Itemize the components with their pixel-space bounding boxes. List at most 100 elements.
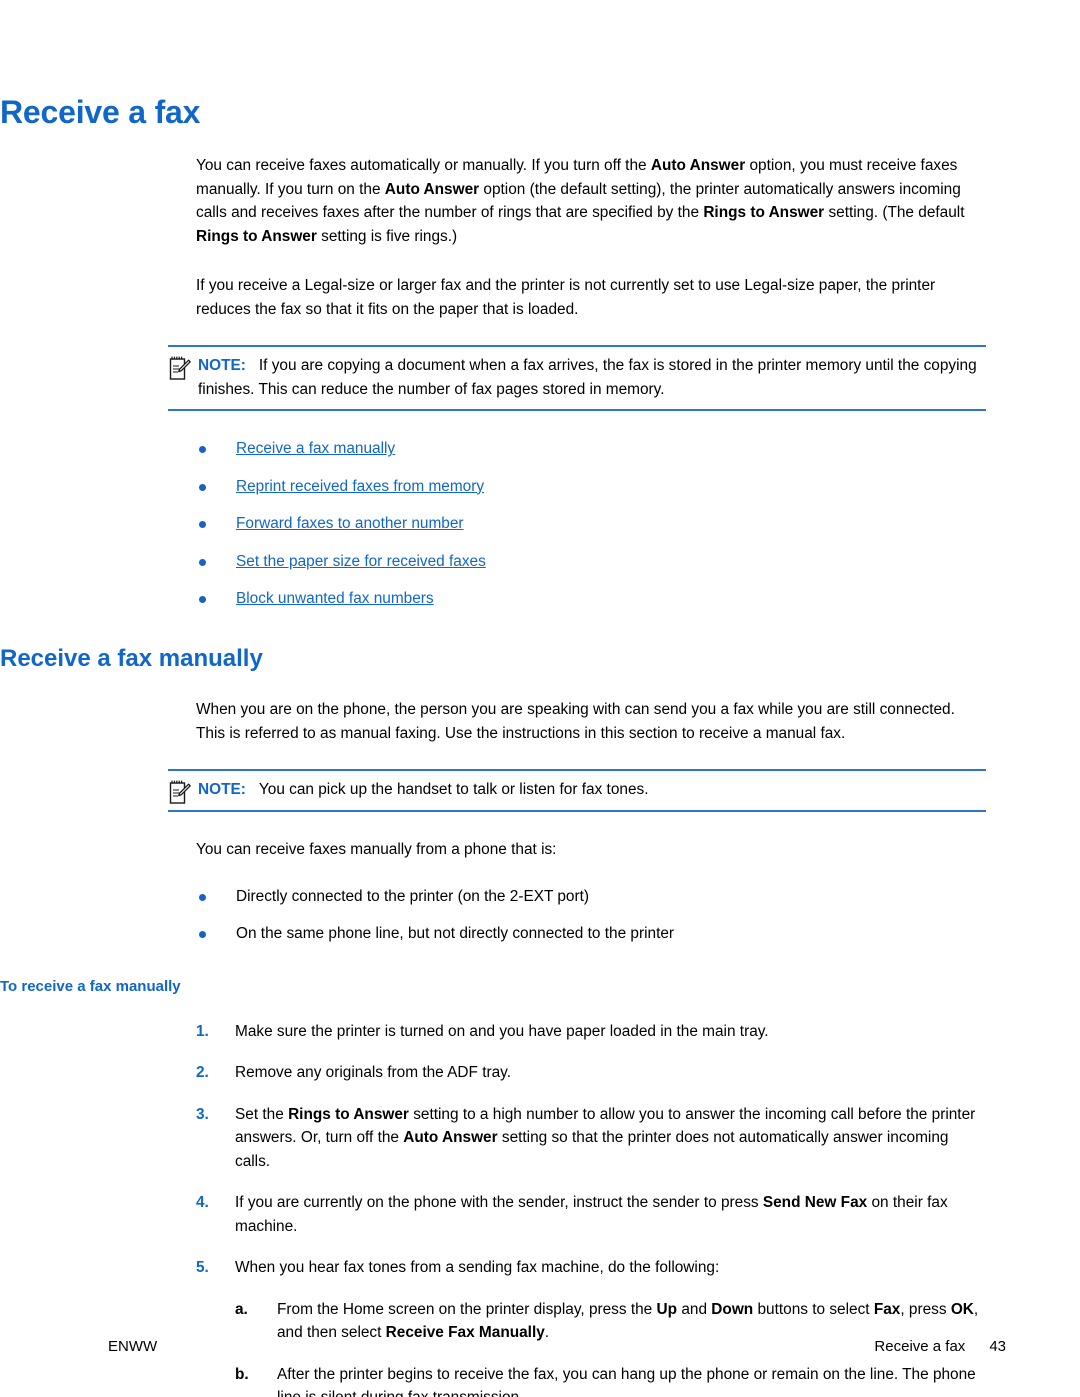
intro-text-e: setting. (The default — [824, 204, 965, 222]
phone-condition-1: Directly connected to the printer (on th… — [236, 888, 590, 906]
note-1-body: If you are copying a document when a fax… — [198, 357, 977, 398]
list-item[interactable]: Receive a fax manually — [196, 437, 1080, 461]
substep-a-text-d: , press — [900, 1300, 951, 1318]
list-item[interactable]: Block unwanted fax numbers — [196, 587, 1080, 611]
step-4-number: 4. — [196, 1194, 209, 1212]
bullet-icon — [199, 558, 206, 566]
manual-lead-in-wrap: You can receive faxes manually from a ph… — [196, 838, 986, 862]
rings-to-answer-term-2: Rings to Answer — [196, 227, 317, 245]
footer-locale: ENWW — [108, 1338, 158, 1355]
manual-paragraph: When you are on the phone, the person yo… — [196, 701, 955, 742]
list-item: On the same phone line, but not directly… — [196, 922, 1080, 946]
step-5-number: 5. — [196, 1259, 209, 1277]
substep-a-text-b: and — [677, 1300, 712, 1318]
procedure-heading: To receive a fax manually — [0, 978, 181, 996]
substep-b-text: After the printer begins to receive the … — [277, 1365, 976, 1397]
step-3-text-a: Set the — [235, 1105, 289, 1123]
link-block-unwanted-fax-numbers[interactable]: Block unwanted fax numbers — [236, 590, 434, 607]
intro-text-f: setting is five rings.) — [316, 227, 458, 245]
bullet-icon — [199, 521, 206, 529]
link-receive-a-fax-manually[interactable]: Receive a fax manually — [236, 440, 395, 457]
up-button-term: Up — [656, 1300, 678, 1318]
note-1-text: If you are copying a document when a fax… — [198, 357, 977, 398]
related-links-list: Receive a fax manually Reprint received … — [196, 437, 1080, 611]
step-3: 3. Set the Rings to Answer setting to a h… — [196, 1103, 986, 1174]
bullet-icon — [199, 446, 206, 454]
intro-paragraph-1-wrap: You can receive faxes automatically or m… — [196, 154, 986, 248]
phone-conditions-list-wrap: Directly connected to the printer (on th… — [196, 885, 1080, 945]
ok-button-term: OK — [950, 1300, 974, 1318]
intro-paragraph-2: If you receive a Legal-size or larger fa… — [196, 277, 936, 318]
substep-a-letter: a. — [235, 1300, 248, 1318]
intro-paragraph-2-wrap: If you receive a Legal-size or larger fa… — [196, 274, 986, 321]
manual-lead-in: You can receive faxes manually from a ph… — [196, 840, 557, 858]
phone-condition-2: On the same phone line, but not directly… — [236, 924, 675, 942]
manual-paragraph-wrap: When you are on the phone, the person yo… — [196, 698, 986, 745]
note-1-inner: NOTE: If you are copying a document when… — [168, 354, 986, 401]
auto-answer-term-3: Auto Answer — [403, 1129, 498, 1147]
list-item[interactable]: Set the paper size for received faxes — [196, 550, 1080, 574]
list-item[interactable]: Reprint received faxes from memory — [196, 475, 1080, 499]
phone-conditions-list: Directly connected to the printer (on th… — [196, 885, 1080, 945]
note-1-label: NOTE: — [198, 357, 246, 375]
step-2-number: 2. — [196, 1064, 209, 1082]
note-pad-pencil-icon — [168, 779, 192, 805]
rings-to-answer-term-3: Rings to Answer — [288, 1105, 409, 1123]
auto-answer-term-1: Auto Answer — [650, 157, 746, 175]
step-1-text: Make sure the printer is turned on and y… — [235, 1022, 769, 1040]
footer-section-title: Receive a fax — [874, 1338, 966, 1355]
send-new-fax-term: Send New Fax — [762, 1194, 868, 1212]
note-box-1: NOTE: If you are copying a document when… — [168, 345, 986, 412]
page-footer: ENWW Receive a fax 43 — [108, 1338, 1006, 1355]
note-2-label: NOTE: — [198, 781, 246, 799]
footer-right-group: Receive a fax 43 — [874, 1338, 1006, 1355]
intro-paragraph-1: You can receive faxes automatically or m… — [196, 154, 986, 248]
down-button-term: Down — [711, 1300, 754, 1318]
note-box-2: NOTE: You can pick up the handset to tal… — [168, 769, 986, 812]
bullet-icon — [199, 930, 206, 938]
auto-answer-term-2: Auto Answer — [384, 180, 480, 198]
note-pad-pencil-icon — [168, 355, 192, 381]
step-2: 2. Remove any originals from the ADF tra… — [196, 1061, 986, 1085]
bullet-icon — [199, 483, 206, 491]
note-2-inner: NOTE: You can pick up the handset to tal… — [168, 778, 986, 805]
step-4: 4. If you are currently on the phone with… — [196, 1191, 986, 1238]
step-1: 1. Make sure the printer is turned on an… — [196, 1020, 986, 1044]
list-item[interactable]: Forward faxes to another number — [196, 512, 1080, 536]
substep-a-text-c: buttons to select — [753, 1300, 874, 1318]
step-1-number: 1. — [196, 1022, 209, 1040]
fax-term: Fax — [873, 1300, 901, 1318]
step-4-text-a: If you are currently on the phone with t… — [235, 1194, 763, 1212]
related-links-list-wrap: Receive a fax manually Reprint received … — [196, 437, 1080, 611]
link-reprint-received-faxes-from-memory[interactable]: Reprint received faxes from memory — [236, 478, 484, 495]
step-3-number: 3. — [196, 1105, 209, 1123]
link-set-the-paper-size-for-received-faxes[interactable]: Set the paper size for received faxes — [236, 553, 486, 570]
page-title: Receive a fax — [0, 94, 201, 130]
rings-to-answer-term-1: Rings to Answer — [703, 204, 825, 222]
intro-text-a: You can receive faxes automatically or m… — [196, 157, 651, 175]
substep-b-letter: b. — [235, 1365, 249, 1383]
link-forward-faxes-to-another-number[interactable]: Forward faxes to another number — [236, 515, 464, 532]
step-2-text: Remove any originals from the ADF tray. — [235, 1064, 511, 1082]
substep-b: b. After the printer begins to receive t… — [235, 1363, 986, 1397]
footer-page-number: 43 — [989, 1338, 1006, 1355]
step-5: 5. When you hear fax tones from a sendin… — [196, 1256, 986, 1397]
section-heading-receive-a-fax-manually: Receive a fax manually — [0, 644, 263, 672]
note-2-body: You can pick up the handset to talk or l… — [258, 781, 649, 799]
list-item: Directly connected to the printer (on th… — [196, 885, 1080, 909]
document-page: Receive a fax You can receive faxes auto… — [0, 0, 1080, 1397]
bullet-icon — [199, 596, 206, 604]
bullet-icon — [199, 894, 206, 902]
note-2-text: You can pick up the handset to talk or l… — [250, 781, 649, 799]
step-5-text: When you hear fax tones from a sending f… — [235, 1259, 720, 1277]
substep-a-text-a: From the Home screen on the printer disp… — [277, 1300, 657, 1318]
